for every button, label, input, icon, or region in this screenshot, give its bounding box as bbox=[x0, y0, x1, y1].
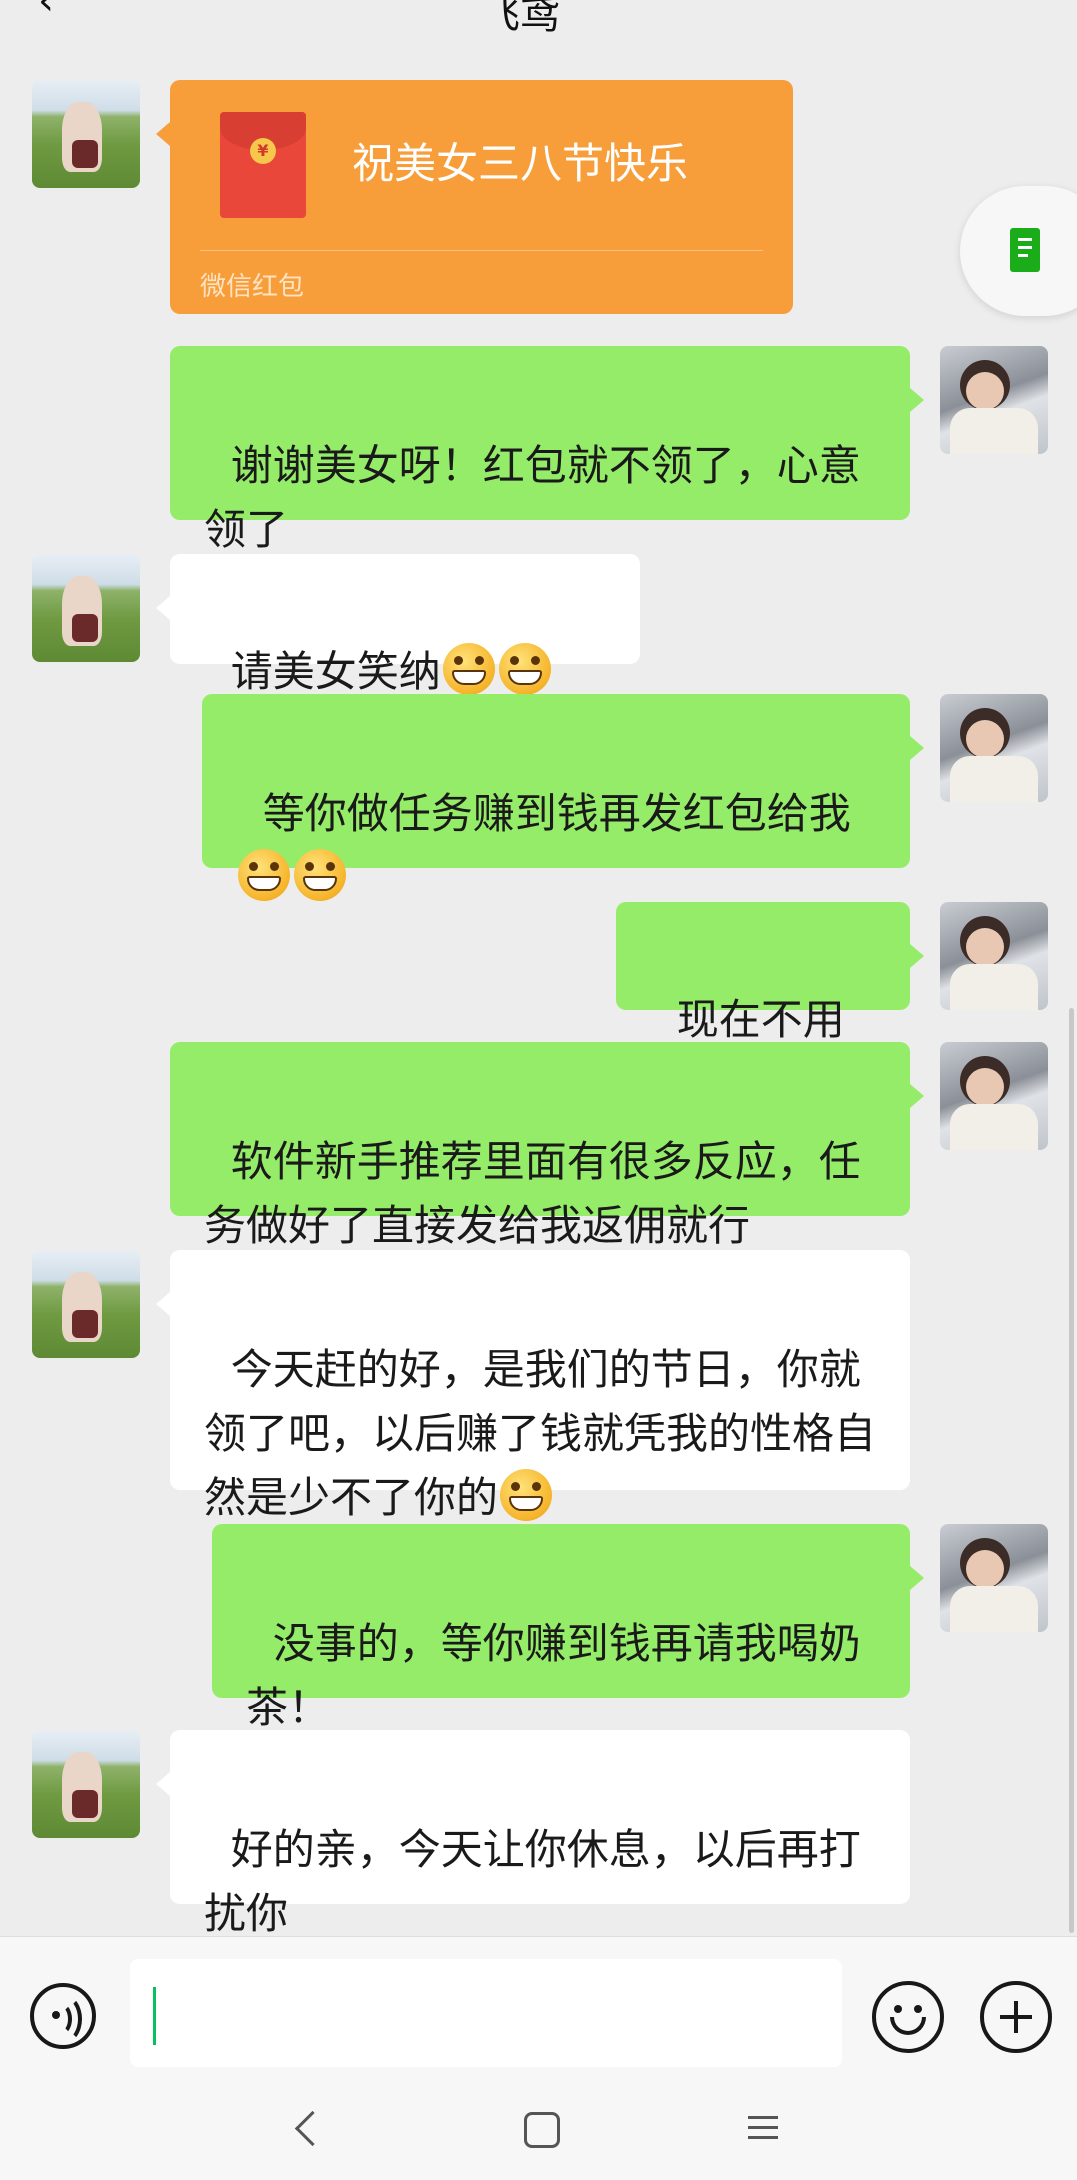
nav-back-icon[interactable] bbox=[294, 2110, 331, 2147]
message-text: 等你做任务赚到钱再发红包给我 bbox=[262, 789, 851, 838]
bubble-tail bbox=[910, 1566, 924, 1590]
text-cursor bbox=[153, 1987, 156, 2045]
nav-recents-icon[interactable] bbox=[748, 2116, 778, 2140]
nav-home-icon[interactable] bbox=[524, 2112, 560, 2148]
bubble-tail bbox=[910, 736, 924, 760]
message-bubble-sent[interactable]: 谢谢美女呀！红包就不领了，心意领了 bbox=[170, 346, 910, 554]
grinning-face-emoji bbox=[442, 643, 495, 695]
emoji-icon[interactable] bbox=[872, 1981, 944, 2053]
message-text: 好的亲，今天让你休息，以后再打扰你 bbox=[204, 1825, 861, 1938]
bubble-tail bbox=[910, 1084, 924, 1108]
back-button[interactable]: ‹ bbox=[38, 0, 54, 24]
avatar-contact[interactable] bbox=[32, 1730, 140, 1838]
voice-icon[interactable] bbox=[30, 1983, 96, 2049]
bubble-tail bbox=[910, 944, 924, 968]
red-packet-message[interactable]: ¥ 祝美女三八节快乐 微信红包 bbox=[170, 80, 793, 314]
avatar-self[interactable] bbox=[940, 1042, 1048, 1150]
red-packet-title: 祝美女三八节快乐 bbox=[352, 139, 689, 188]
bubble-tail bbox=[156, 596, 170, 620]
bubble-tail bbox=[156, 1292, 170, 1316]
message-text: 软件新手推荐里面有很多反应，任务做好了直接发给我返佣就行 bbox=[204, 1137, 861, 1250]
message-bubble-sent[interactable]: 现在不用急 bbox=[616, 902, 910, 1108]
floating-document-button[interactable] bbox=[960, 186, 1077, 316]
red-envelope-icon: ¥ bbox=[220, 112, 306, 218]
coin-icon: ¥ bbox=[250, 138, 276, 164]
chat-header: ‹ 飞鸢 bbox=[0, 0, 1077, 40]
avatar-contact[interactable] bbox=[32, 554, 140, 662]
red-packet-label: 微信红包 bbox=[200, 272, 305, 302]
avatar-contact[interactable] bbox=[32, 1250, 140, 1358]
input-bar bbox=[0, 1936, 1077, 2089]
message-bubble-sent[interactable]: 没事的，等你赚到钱再请我喝奶茶！ bbox=[212, 1524, 910, 1732]
message-text: 没事的，等你赚到钱再请我喝奶茶！ bbox=[246, 1619, 861, 1732]
avatar-self[interactable] bbox=[940, 902, 1048, 1010]
message-text: 谢谢美女呀！红包就不领了，心意领了 bbox=[204, 441, 861, 554]
message-bubble-received[interactable]: 请美女笑纳 bbox=[170, 554, 640, 759]
message-text: 请美女笑纳 bbox=[230, 647, 441, 696]
chat-scrollbar[interactable] bbox=[1069, 1008, 1074, 1933]
grinning-face-emoji bbox=[500, 1469, 553, 1521]
grinning-face-emoji bbox=[294, 849, 346, 901]
red-packet-divider bbox=[200, 250, 763, 251]
system-nav-bar bbox=[0, 2088, 1077, 2180]
message-bubble-received[interactable]: 今天赶的好，是我们的节日，你就领了吧，以后赚了钱就凭我的性格自然是少不了你的 bbox=[170, 1250, 910, 1522]
message-bubble-sent[interactable]: 软件新手推荐里面有很多反应，任务做好了直接发给我返佣就行 bbox=[170, 1042, 910, 1250]
red-packet-tail bbox=[156, 122, 170, 146]
avatar-self[interactable] bbox=[940, 1524, 1048, 1632]
bubble-tail bbox=[156, 1772, 170, 1796]
chat-title: 飞鸢 bbox=[480, 0, 560, 38]
avatar-self[interactable] bbox=[940, 346, 1048, 454]
message-bubble-received[interactable]: 好的亲，今天让你休息，以后再打扰你 bbox=[170, 1730, 910, 1938]
message-bubble-sent[interactable]: 等你做任务赚到钱再发红包给我 bbox=[202, 694, 910, 901]
bubble-tail bbox=[910, 388, 924, 412]
document-icon bbox=[1010, 228, 1040, 272]
message-input[interactable] bbox=[130, 1959, 842, 2067]
avatar-self[interactable] bbox=[940, 694, 1048, 802]
grinning-face-emoji bbox=[498, 643, 551, 695]
grinning-face-emoji bbox=[238, 849, 290, 901]
plus-icon[interactable] bbox=[980, 1981, 1052, 2053]
avatar-contact[interactable] bbox=[32, 80, 140, 188]
